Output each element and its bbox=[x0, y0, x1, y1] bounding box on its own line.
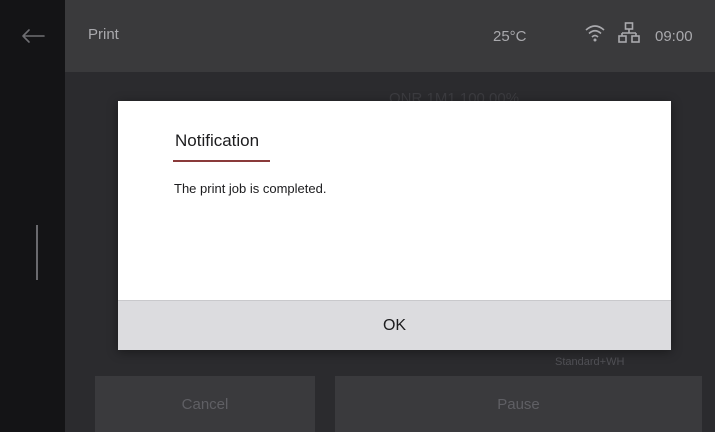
faded-label: Standard+WH bbox=[555, 356, 625, 368]
title-underline bbox=[173, 160, 270, 162]
printer-screen: Print 25°C 09:00 ONR 1M1 100.00% Standar… bbox=[0, 0, 715, 432]
arrow-left-icon bbox=[21, 29, 45, 43]
ok-button[interactable]: OK bbox=[118, 300, 671, 350]
pause-button[interactable]: Pause bbox=[335, 376, 702, 432]
notification-dialog: Notification The print job is completed.… bbox=[118, 101, 671, 350]
dialog-title: Notification bbox=[175, 131, 260, 150]
dialog-message: The print job is completed. bbox=[174, 181, 327, 196]
header-bar: Print 25°C 09:00 bbox=[65, 0, 715, 72]
page-title: Print bbox=[88, 26, 119, 43]
wifi-icon bbox=[585, 25, 605, 42]
cancel-button[interactable]: Cancel bbox=[95, 376, 315, 432]
scroll-indicator bbox=[36, 225, 38, 280]
temperature-readout: 25°C bbox=[493, 28, 527, 45]
network-icon bbox=[618, 22, 640, 43]
clock: 09:00 bbox=[655, 28, 693, 45]
side-rail bbox=[0, 0, 65, 432]
back-button[interactable] bbox=[0, 0, 65, 72]
